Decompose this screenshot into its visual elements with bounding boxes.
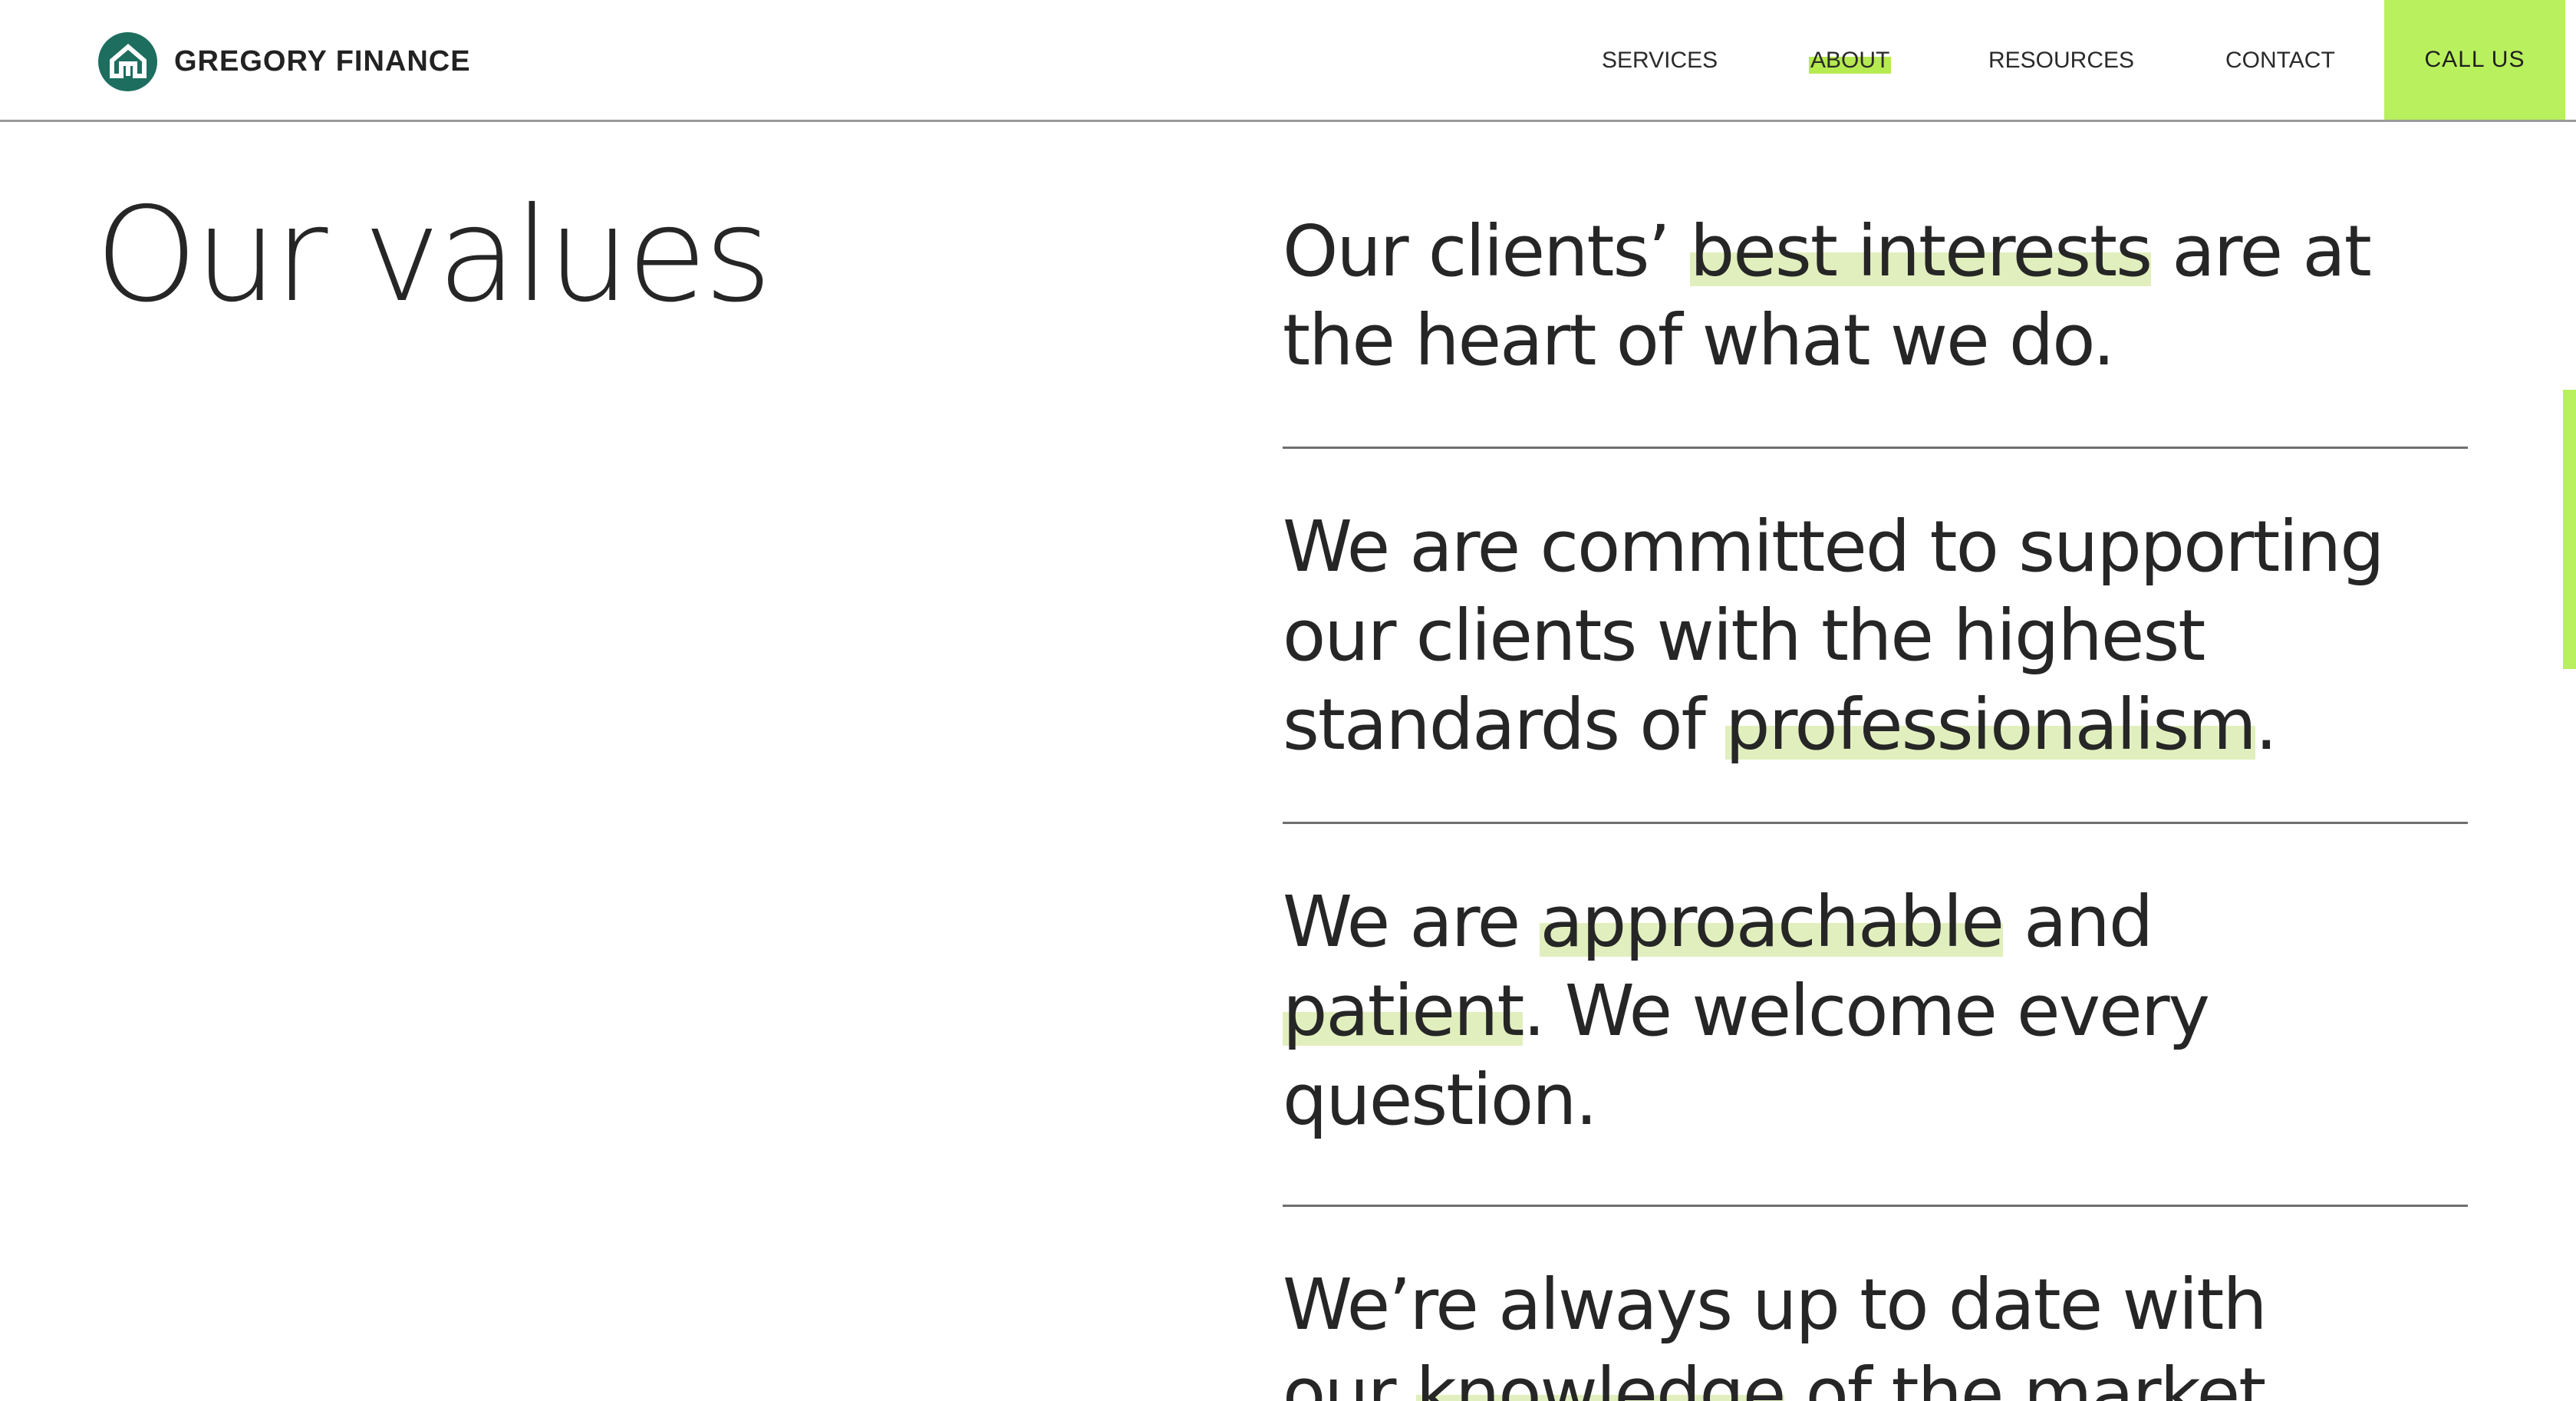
- value-highlight: knowledge: [1415, 1353, 1786, 1401]
- value-statement: We’re always up to date with our knowled…: [1283, 1261, 2357, 1401]
- house-circle-logo-icon: [98, 31, 157, 91]
- page: GREGORY FINANCE SERVICES ABOUT RESOURCES…: [0, 0, 2576, 1401]
- values-list: Our clients’ best interests are at the h…: [1283, 207, 2468, 1401]
- call-us-button[interactable]: CALL US: [2384, 0, 2565, 120]
- value-highlight: best interests: [1689, 210, 2153, 292]
- nav-contact[interactable]: CONTACT: [2225, 48, 2335, 74]
- value-text: and: [2002, 881, 2153, 963]
- value-statement: We are approachable and patient. We welc…: [1283, 878, 2357, 1145]
- value-text: Our clients’: [1283, 210, 1690, 292]
- nav-services[interactable]: SERVICES: [1602, 48, 1718, 74]
- divider: [1283, 447, 2468, 449]
- nav-resources[interactable]: RESOURCES: [1988, 48, 2134, 74]
- brand-name: GREGORY FINANCE: [174, 45, 471, 77]
- value-highlight: patient: [1283, 970, 1524, 1052]
- nav-about[interactable]: ABOUT: [1809, 48, 1892, 74]
- page-title: Our values: [95, 180, 772, 331]
- scroll-indicator[interactable]: [2563, 390, 2576, 669]
- value-text: .: [2255, 684, 2278, 766]
- divider: [1283, 822, 2468, 824]
- value-text: We are: [1283, 881, 1540, 963]
- divider: [1283, 1205, 2468, 1207]
- brand[interactable]: GREGORY FINANCE: [98, 31, 471, 92]
- value-text: of the market.: [1784, 1353, 2288, 1401]
- value-statement: Our clients’ best interests are at the h…: [1283, 207, 2449, 385]
- value-highlight: professionalism: [1725, 684, 2257, 766]
- value-statement: We are committed to supporting our clien…: [1283, 503, 2468, 770]
- site-header: GREGORY FINANCE SERVICES ABOUT RESOURCES…: [0, 0, 2576, 122]
- value-highlight: approachable: [1540, 881, 2004, 963]
